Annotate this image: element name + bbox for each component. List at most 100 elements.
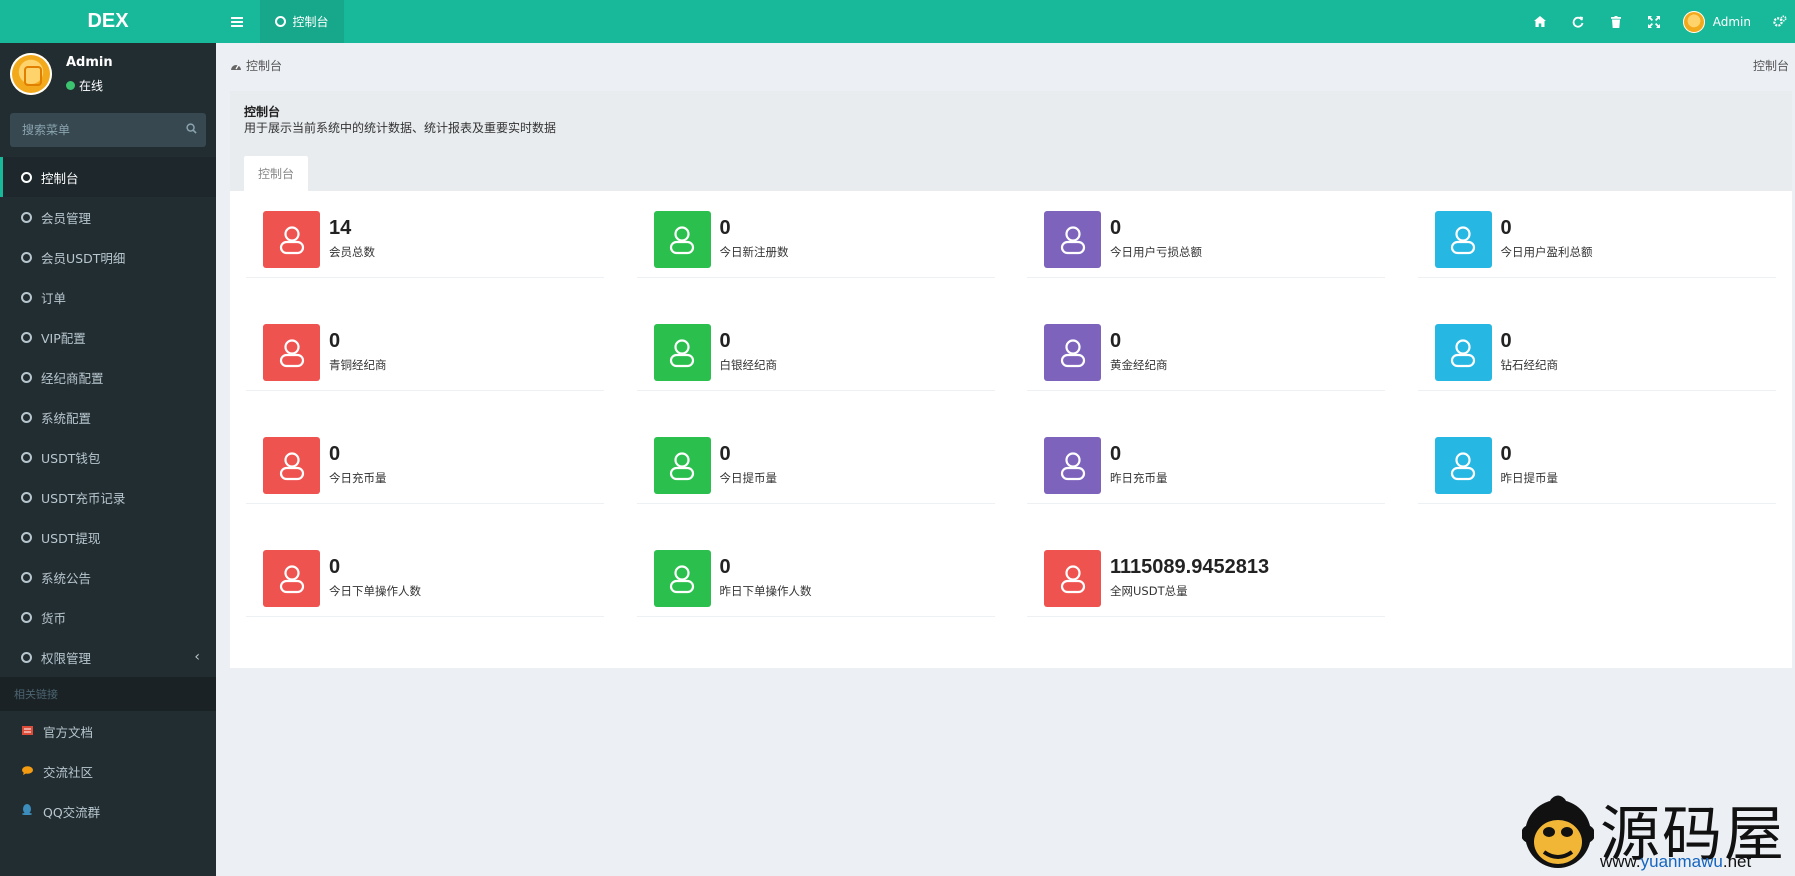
stat-value: 0 xyxy=(719,556,731,578)
tab-label: 控制台 xyxy=(292,15,329,29)
stat-label: 昨日提币量 xyxy=(1500,471,1559,485)
user-panel: Admin 在线 xyxy=(0,43,216,113)
sidebar-item[interactable]: 会员管理 xyxy=(0,197,216,237)
search-icon[interactable] xyxy=(176,123,206,137)
sidebar-link[interactable]: 官方文档 xyxy=(0,711,216,751)
sidebar-item[interactable]: 订单 xyxy=(0,277,216,317)
stat-value: 0 xyxy=(329,556,341,578)
breadcrumb-item[interactable]: 控制台 xyxy=(246,57,282,74)
panel-title: 控制台 xyxy=(244,105,281,119)
breadcrumb: 控制台 xyxy=(230,57,282,74)
stat-label: 昨日下单操作人数 xyxy=(719,584,812,598)
stat-label: 今日新注册数 xyxy=(719,245,789,259)
sidebar-item[interactable]: 会员USDT明细 xyxy=(0,237,216,277)
comment-icon xyxy=(21,765,33,778)
stat-value: 0 xyxy=(1500,330,1512,352)
panel-tab-dashboard[interactable]: 控制台 xyxy=(244,156,308,191)
panel-header: 控制台 用于展示当前系统中的统计数据、统计报表及重要实时数据 控制台 xyxy=(230,91,1792,191)
tab-dashboard[interactable]: 控制台 xyxy=(260,0,344,43)
circle-icon xyxy=(21,491,32,503)
sidebar-link[interactable]: 交流社区 xyxy=(0,751,216,791)
user-icon xyxy=(1060,225,1085,254)
user-icon xyxy=(669,338,695,367)
user-icon xyxy=(1060,451,1085,480)
watermark-url: www.yuanmawu.net xyxy=(1600,852,1751,872)
links-header: 相关链接 xyxy=(0,677,216,711)
stat-value: 0 xyxy=(719,330,731,352)
stat-card: 0 今日下单操作人数 xyxy=(246,530,604,617)
stat-card: 0 黄金经纪商 xyxy=(1027,304,1385,391)
top-navbar: 控制台 Admin xyxy=(216,0,1795,43)
breadcrumb-current: 控制台 xyxy=(1752,59,1789,73)
stat-icon-box xyxy=(263,324,320,381)
stat-value: 0 xyxy=(1110,330,1122,352)
watermark-url-domain: yuanmawu xyxy=(1640,852,1723,871)
stat-icon-box xyxy=(1044,550,1101,607)
sidebar-item[interactable]: 系统配置 xyxy=(0,397,216,437)
sidebar-item-label: 经纪商配置 xyxy=(41,370,104,386)
sidebar-item[interactable]: USDT充币记录 xyxy=(0,477,216,517)
stat-card: 0 钻石经纪商 xyxy=(1417,304,1776,391)
sidebar-item[interactable]: 系统公告 xyxy=(0,557,216,597)
stat-card: 1115089.9452813 全网USDT总量 xyxy=(1027,530,1385,617)
stat-card: 0 今日充币量 xyxy=(246,417,604,504)
stat-card: 0 昨日充币量 xyxy=(1027,417,1385,504)
sidebar-link-label: 交流社区 xyxy=(43,764,94,780)
sidebar-item[interactable]: 经纪商配置 xyxy=(0,357,216,397)
user-icon xyxy=(669,564,695,593)
stat-value: 1115089.9452813 xyxy=(1110,556,1270,578)
stat-value: 0 xyxy=(329,330,341,352)
user-icon xyxy=(279,225,304,254)
top-user-menu[interactable]: Admin xyxy=(1673,10,1765,33)
sidebar-toggle-button[interactable] xyxy=(216,0,258,43)
stat-label: 白银经纪商 xyxy=(719,358,778,372)
sidebar-item[interactable]: USDT钱包 xyxy=(0,437,216,477)
stat-value: 0 xyxy=(1110,443,1122,465)
stat-icon-box xyxy=(1044,437,1101,494)
search-input[interactable] xyxy=(10,122,176,138)
user-icon xyxy=(669,225,695,254)
sidebar-item[interactable]: 权限管理 ‹ xyxy=(0,637,216,677)
trash-icon[interactable] xyxy=(1597,0,1635,43)
circle-icon xyxy=(21,291,32,303)
sidebar-link[interactable]: QQ交流群 xyxy=(0,791,216,831)
stat-value: 0 xyxy=(1500,443,1512,465)
fullscreen-icon[interactable] xyxy=(1635,0,1673,43)
stat-label: 昨日充币量 xyxy=(1110,471,1168,485)
stat-card: 0 昨日下单操作人数 xyxy=(636,530,995,617)
stat-icon-box xyxy=(263,437,320,494)
panel-subtitle: 用于展示当前系统中的统计数据、统计报表及重要实时数据 xyxy=(244,121,557,135)
stat-card: 0 白银经纪商 xyxy=(636,304,995,391)
sidebar-item-label: 会员管理 xyxy=(41,210,92,226)
circle-icon xyxy=(21,251,32,263)
stat-label: 今日用户亏损总额 xyxy=(1110,245,1202,259)
user-icon xyxy=(1060,564,1085,593)
settings-icon[interactable] xyxy=(1765,0,1795,43)
sidebar-item-label: 订单 xyxy=(41,290,67,306)
stat-value: 0 xyxy=(719,217,731,239)
stat-label: 今日下单操作人数 xyxy=(329,584,421,598)
stat-card: 0 今日用户亏损总额 xyxy=(1027,191,1385,278)
sidebar-item-label: 系统配置 xyxy=(41,410,92,426)
sidebar-item[interactable]: 货币 xyxy=(0,597,216,637)
stat-icon-box xyxy=(653,324,711,381)
chevron-left-icon: ‹ xyxy=(194,649,200,665)
stat-icon-box xyxy=(653,211,711,268)
sidebar-item-label: USDT钱包 xyxy=(41,450,101,466)
sidebar-item[interactable]: USDT提现 xyxy=(0,517,216,557)
stat-value: 0 xyxy=(1500,217,1512,239)
watermark-url-prefix: www. xyxy=(1600,852,1641,871)
stat-label: 青铜经纪商 xyxy=(329,358,387,372)
stat-icon-box xyxy=(653,437,711,494)
stat-card: 0 昨日提币量 xyxy=(1417,417,1776,504)
refresh-icon[interactable] xyxy=(1559,0,1597,43)
stat-card: 14 会员总数 xyxy=(246,191,604,278)
app-logo[interactable]: DEX xyxy=(0,0,216,43)
circle-icon xyxy=(21,331,32,343)
stat-icon-box xyxy=(1044,211,1101,268)
sidebar-item[interactable]: VIP配置 xyxy=(0,317,216,357)
home-icon[interactable] xyxy=(1521,0,1559,43)
sidebar-item[interactable]: 控制台 xyxy=(0,157,216,197)
avatar xyxy=(10,53,52,95)
main-content: 控制台 控制台 控制台 用于展示当前系统中的统计数据、统计报表及重要实时数据 控… xyxy=(216,43,1795,876)
